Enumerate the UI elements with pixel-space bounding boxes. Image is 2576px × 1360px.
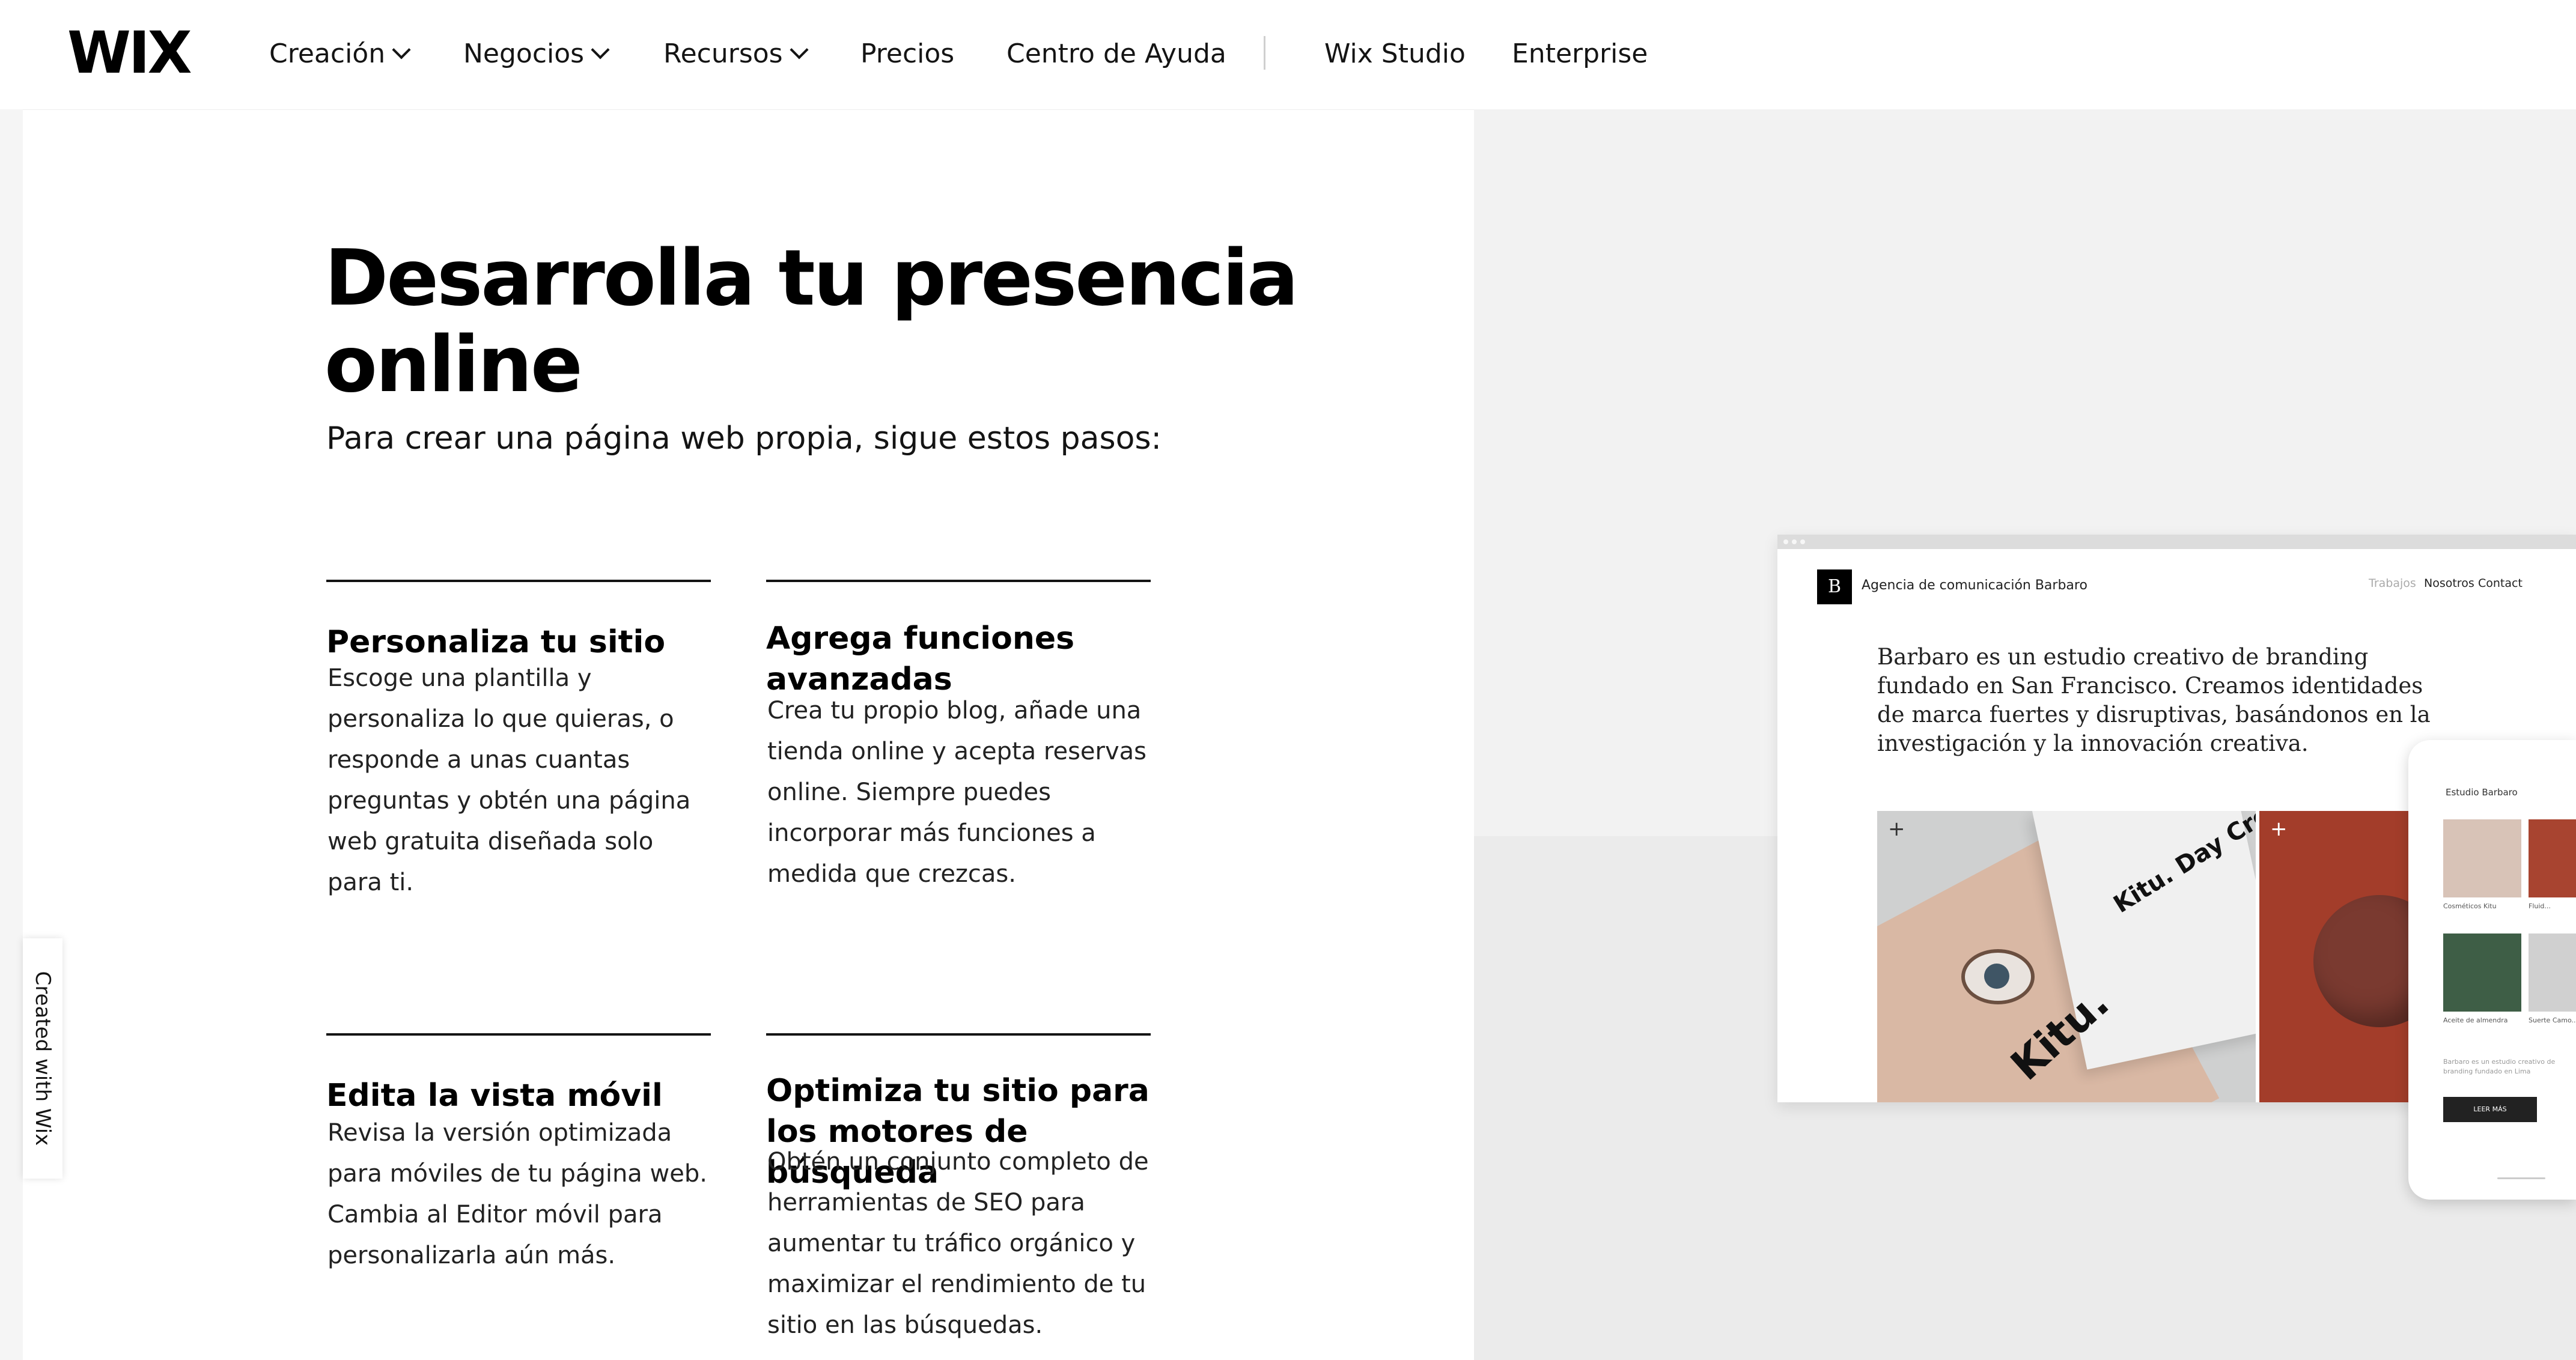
wix-logo[interactable]: WIX [67,23,192,83]
mockup-nav-contact: Contact [2478,577,2523,590]
step-personaliza: Personaliza tu sitio Escoge una plantill… [326,580,711,940]
chevron-down-icon [790,40,809,59]
nav-label: Recursos [663,38,783,69]
mockup-nav-trabajos: Trabajos [2369,577,2416,590]
plus-icon: + [1888,817,1905,841]
nav-label: Negocios [463,38,585,69]
step-funciones: Agrega funciones avanzadas Crea tu propi… [766,580,1151,940]
mockup-nav-nosotros: Nosotros [2424,577,2474,590]
step-divider [326,580,711,582]
plus-icon: + [2270,817,2288,841]
step-text: Crea tu propio blog, añade una tienda on… [767,697,1146,888]
phone-caption: Aceite de almendra [2443,1016,2508,1024]
hero-title: Desarrolla tu presencia online [324,234,1299,410]
chevron-down-icon [591,40,610,59]
browser-bar [1777,535,2576,549]
hero-subtitle: Para crear una página web propia, sigue … [326,420,1162,457]
mockup-intro-text: Barbaro es un estudio creativo de brandi… [1877,644,2431,756]
sphere-shape [2313,895,2416,1027]
nav-label: Creación [269,38,386,69]
badge-label: Created with Wix [31,971,55,1146]
step-text: Revisa la versión optimizada para móvile… [327,1119,707,1269]
red-sphere-photo: + [2259,811,2416,1102]
step-divider [326,1033,711,1036]
left-edge-strip [0,109,23,1360]
nav-enterprise[interactable]: Enterprise [1512,37,1648,71]
nav-recursos[interactable]: Recursos [663,37,809,71]
phone-title: Estudio Barbaro [2446,787,2518,798]
mobile-preview-mockup: Estudio Barbaro Cosméticos Kitu Fluid...… [2408,740,2576,1200]
step-vista-movil: Edita la vista móvil Revisa la versión o… [326,1033,711,1358]
nav-precios[interactable]: Precios [860,37,954,71]
step-title: Edita la vista móvil [326,1078,663,1114]
created-with-wix-badge[interactable]: Created with Wix [23,938,62,1179]
nav-divider [1264,36,1265,70]
mockup-logo: B [1817,569,1852,604]
phone-caption: Fluid... [2529,902,2551,910]
eye-shape [1961,949,2035,1004]
step-divider [766,580,1151,582]
phone-read-more-button: LEER MÁS [2443,1097,2537,1122]
nav-creacion[interactable]: Creación [269,37,411,71]
step-text: Escoge una plantilla y personaliza lo qu… [327,664,691,896]
step-title: Personaliza tu sitio [326,624,666,660]
site-header: WIX Creación Negocios Recursos Precios C… [0,0,2576,110]
phone-home-indicator [2497,1177,2545,1179]
phone-caption: Suerte Camo... [2529,1016,2576,1024]
nav-centro-de-ayuda[interactable]: Centro de Ayuda [1006,37,1226,71]
phone-thumb [2529,933,2576,1012]
phone-thumb [2443,819,2521,897]
phone-thumb [2443,933,2521,1012]
phone-caption: Cosméticos Kitu [2443,902,2497,910]
nav-negocios[interactable]: Negocios [463,37,610,71]
phone-thumb [2529,819,2576,897]
chevron-down-icon [392,40,411,59]
step-title: Agrega funciones avanzadas [766,621,1075,697]
step-seo: Optimiza tu sitio para los motores de bú… [766,1033,1151,1358]
phone-text: Barbaro es un estudio creativo de brandi… [2443,1058,2556,1075]
nav-wix-studio[interactable]: Wix Studio [1324,37,1466,71]
step-text: Obtén un conjunto completo de herramient… [767,1148,1149,1339]
mockup-site-name: Agencia de comunicación Barbaro [1862,578,2087,593]
step-divider [766,1033,1151,1036]
product-photo: Kitu. Day Cream Kitu. + [1877,811,2256,1102]
